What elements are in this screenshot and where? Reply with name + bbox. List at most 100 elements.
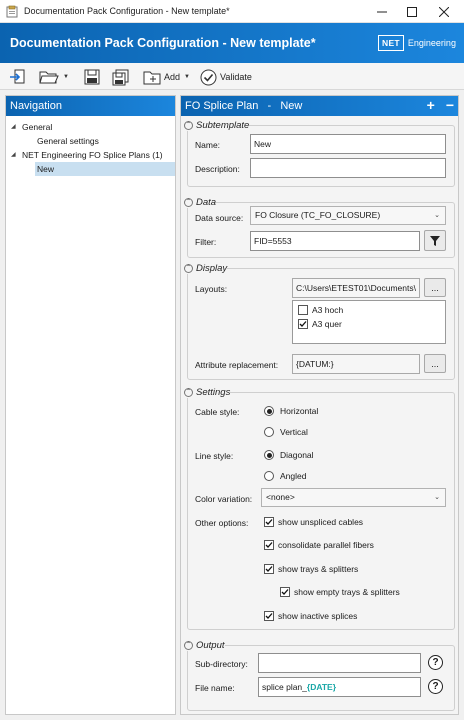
header-actions: + − xyxy=(419,96,454,116)
open-dropdown-caret-icon[interactable]: ▼ xyxy=(63,74,69,80)
checkbox[interactable] xyxy=(298,305,308,315)
collapse-icon[interactable]: ⌃ xyxy=(184,263,193,273)
validate-check-icon xyxy=(200,69,217,85)
checkmark-icon xyxy=(281,589,289,595)
checkbox-checked[interactable] xyxy=(264,611,274,621)
checkbox-checked[interactable] xyxy=(298,319,308,329)
filter-button[interactable] xyxy=(424,230,446,251)
data-source-select[interactable]: FO Closure (TC_FO_CLOSURE) ⌄ xyxy=(250,206,446,225)
collapse-icon[interactable]: ⌃ xyxy=(184,197,193,207)
option-show-empty-trays-splitters[interactable]: show empty trays & splitters xyxy=(280,587,400,597)
checkmark-icon xyxy=(265,613,273,619)
checkbox-checked[interactable] xyxy=(264,517,274,527)
save-all-button[interactable] xyxy=(112,67,130,87)
tree-item-general[interactable]: General xyxy=(22,120,52,134)
tree-item-general-settings[interactable]: General settings xyxy=(37,134,99,148)
radio-angled[interactable]: Angled xyxy=(264,471,306,481)
color-variation-label: Color variation: xyxy=(195,494,253,504)
checkmark-icon xyxy=(265,566,273,572)
open-folder-icon xyxy=(39,71,59,84)
collapse-icon[interactable]: ⌃ xyxy=(184,120,193,130)
color-variation-value: <none> xyxy=(266,492,295,502)
collapse-icon[interactable]: ⌃ xyxy=(184,640,193,650)
radio-diagonal[interactable]: Diagonal xyxy=(264,450,314,460)
cable-style-label: Cable style: xyxy=(195,407,240,417)
checkmark-icon xyxy=(265,542,273,548)
radio-button[interactable] xyxy=(264,427,274,437)
open-button[interactable]: ▼ xyxy=(39,67,69,87)
expand-arrow-icon[interactable]: ◢ xyxy=(11,151,16,158)
file-name-field[interactable]: splice plan_{DATE} xyxy=(258,677,421,697)
title-bar: Documentation Pack Configuration - New t… xyxy=(0,0,464,23)
checkbox-checked[interactable] xyxy=(280,587,290,597)
maximize-icon xyxy=(406,6,417,17)
subtemplate-group-title: ⌃ Subtemplate xyxy=(184,119,250,131)
add-button[interactable]: Add ▼ xyxy=(143,67,190,87)
add-folder-icon xyxy=(143,71,161,84)
file-name-label: File name: xyxy=(195,683,235,693)
filter-field[interactable]: FID=5553 xyxy=(250,231,420,251)
validate-label: Validate xyxy=(220,72,252,82)
checkmark-icon xyxy=(299,321,307,327)
radio-button[interactable] xyxy=(264,471,274,481)
add-label: Add xyxy=(164,72,181,82)
checkbox-checked[interactable] xyxy=(264,564,274,574)
close-button[interactable] xyxy=(428,0,459,23)
navigation-panel: Navigation ◢ General General settings ◢ … xyxy=(5,95,176,715)
attribute-replacement-button[interactable]: ... xyxy=(424,354,446,373)
expand-arrow-icon[interactable]: ◢ xyxy=(11,123,16,130)
minus-icon[interactable]: − xyxy=(446,97,454,113)
collapse-icon[interactable]: ⌃ xyxy=(184,387,193,397)
app-icon xyxy=(6,5,18,18)
name-field[interactable]: New xyxy=(250,134,446,154)
radio-button-selected[interactable] xyxy=(264,406,274,416)
attribute-replacement-field[interactable]: {DATUM:} xyxy=(292,354,420,374)
checkbox-checked[interactable] xyxy=(264,540,274,550)
toolbar: ▼ Add ▼ Validate xyxy=(0,63,464,90)
logo-box: NET xyxy=(378,35,404,51)
data-source-value: FO Closure (TC_FO_CLOSURE) xyxy=(255,210,381,220)
editor-header: FO Splice Plan - New + − xyxy=(181,96,458,116)
help-icon[interactable]: ? xyxy=(428,679,443,694)
description-label: Description: xyxy=(195,164,240,174)
option-consolidate-parallel-fibers[interactable]: consolidate parallel fibers xyxy=(264,540,374,550)
layout-item-a3-quer[interactable]: A3 quer xyxy=(298,319,342,329)
other-options-label: Other options: xyxy=(195,518,249,528)
layout-item-a3-hoch[interactable]: A3 hoch xyxy=(298,305,343,315)
maximize-button[interactable] xyxy=(396,0,427,23)
radio-button-selected[interactable] xyxy=(264,450,274,460)
option-show-unspliced-cables[interactable]: show unspliced cables xyxy=(264,517,363,527)
tree-item-splice-plans[interactable]: NET Engineering FO Splice Plans (1) xyxy=(22,148,163,162)
funnel-icon xyxy=(430,235,440,246)
save-icon xyxy=(84,69,100,85)
name-label: Name: xyxy=(195,140,221,150)
layouts-browse-button[interactable]: ... xyxy=(424,278,446,297)
plus-icon[interactable]: + xyxy=(427,97,435,113)
save-all-icon xyxy=(112,69,129,85)
chevron-down-icon: ⌄ xyxy=(434,494,440,501)
option-show-trays-splitters[interactable]: show trays & splitters xyxy=(264,564,358,574)
filter-label: Filter: xyxy=(195,237,217,247)
add-dropdown-caret-icon[interactable]: ▼ xyxy=(184,74,190,80)
radio-vertical[interactable]: Vertical xyxy=(264,427,308,437)
line-style-label: Line style: xyxy=(195,451,234,461)
validate-button[interactable]: Validate xyxy=(200,67,252,87)
import-button[interactable] xyxy=(9,67,27,87)
window-title: Documentation Pack Configuration - New t… xyxy=(24,6,230,16)
sub-directory-field[interactable] xyxy=(258,653,421,673)
layouts-path-field[interactable]: C:\Users\ETEST01\Documents\ xyxy=(292,278,420,298)
minimize-icon xyxy=(376,11,387,12)
radio-horizontal[interactable]: Horizontal xyxy=(264,406,318,416)
description-field[interactable] xyxy=(250,158,446,178)
display-group-title: ⌃ Display xyxy=(184,262,228,274)
checkmark-icon xyxy=(265,519,273,525)
color-variation-select[interactable]: <none> ⌄ xyxy=(261,488,446,507)
editor-title: FO Splice Plan - New xyxy=(185,100,303,112)
help-icon[interactable]: ? xyxy=(428,655,443,670)
minimize-button[interactable] xyxy=(366,0,397,23)
navigation-header: Navigation xyxy=(6,96,175,116)
save-button[interactable] xyxy=(84,67,100,87)
option-show-inactive-splices[interactable]: show inactive splices xyxy=(264,611,357,621)
chevron-down-icon: ⌄ xyxy=(434,212,440,219)
tree-item-new[interactable]: New xyxy=(35,162,175,176)
